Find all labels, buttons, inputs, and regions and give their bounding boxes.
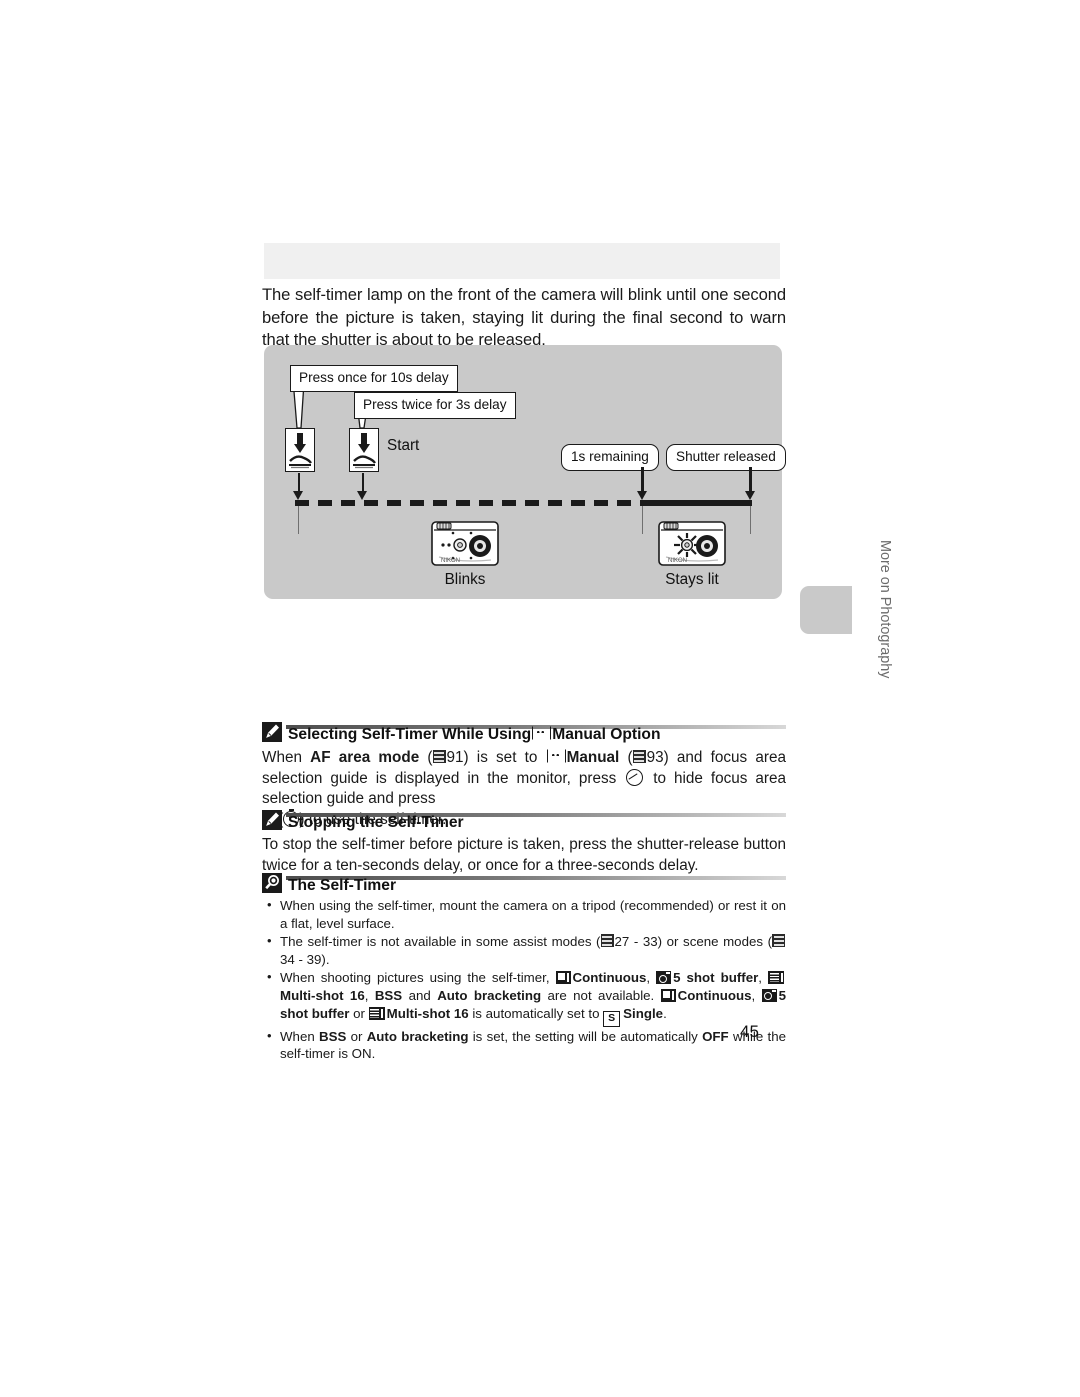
camera-lamp-lit-icon: NIKON [658,517,726,567]
list-item: The self-timer is not available in some … [262,932,786,968]
continuous-mode-icon [555,971,571,985]
note-title-stopping-self-timer: Stopping the Self-Timer [288,814,464,831]
timeline-tick-start [298,506,300,534]
pill-shutter-released: Shutter released [666,444,786,471]
five-shot-buffer-icon [656,971,672,985]
page-reference-icon [772,934,786,948]
txt-seg: ( [619,749,633,766]
list-item: When BSS or Auto bracketing is set, the … [262,1027,786,1063]
bold-multi-shot-16: Multi-shot 16 [280,987,365,1003]
section-tab-label: More on Photography [877,540,893,679]
svg-text:NIKON: NIKON [441,558,460,564]
menu-button-icon [626,768,644,786]
txt-seg: When [262,749,311,766]
arrow-press-twice [357,473,367,500]
arrow-shutter-released [745,467,755,500]
page-reference-icon [600,934,614,948]
txt-seg: 91) is set to [446,749,546,766]
note-body-stopping-self-timer: To stop the self-timer before picture is… [262,836,786,874]
multi-shot-16-icon [768,971,785,985]
section-thumb-tab [800,586,852,634]
page-reference-icon [432,750,446,763]
timeline-tick-1s [641,506,643,534]
page-number: 45 [740,1022,759,1041]
txt-seg: , [751,987,762,1003]
af-manual-icon [532,726,552,740]
single-mode-icon: S [603,1010,621,1027]
shutter-press-icon [349,428,379,472]
callout-press-once: Press once for 10s delay [290,365,458,392]
page-reference-icon [632,750,646,763]
txt-seg: 34 - 39). [280,951,330,967]
txt-seg: The self-timer is not available in some … [280,934,601,950]
bold-continuous: Continuous [677,987,752,1003]
bold-off: OFF [702,1028,729,1044]
pencil-note-icon [262,810,282,830]
bold-5-shot-buffer: 5 shot buffer [673,970,759,986]
bold-manual: Manual [566,749,620,766]
pencil-note-icon [262,722,282,742]
txt-seg: 27 - 33) or scene modes ( [614,934,773,950]
five-shot-buffer-icon [761,988,777,1002]
list-item: When using the self-timer, mount the cam… [262,896,786,932]
txt-seg: or [349,1005,369,1021]
txt-seg: or [346,1028,367,1044]
shutter-press-icon [285,428,315,472]
txt-seg: is set, the setting will be automaticall… [468,1028,703,1044]
arrow-press-once [293,473,303,500]
arrow-1s-remaining [637,467,647,500]
caption-blinks: Blinks [444,571,486,588]
caption-stays-lit: Stays lit [665,571,719,588]
note-title-text-post: Manual Option [552,726,661,743]
timeline-dashed-segment [295,500,642,506]
note-header-stopping-self-timer: Stopping the Self-Timer [262,810,786,832]
note-title-selecting-self-timer: Selecting Self-Timer While Using Manual O… [288,726,660,744]
top-gray-band [264,243,780,279]
txt-seg: are not available. [541,987,661,1003]
note-bullets-the-self-timer: When using the self-timer, mount the cam… [262,896,786,1064]
pill-1s-remaining: 1s remaining [561,444,659,471]
magnifier-note-icon [262,873,282,893]
af-manual-icon [546,749,566,763]
intro-paragraph: The self-timer lamp on the front of the … [262,285,786,349]
list-item: When shooting pictures using the self-ti… [262,968,786,1027]
txt-seg: , [758,970,769,986]
callout-press-twice: Press twice for 3s delay [354,392,516,419]
txt-seg: is automatically set to [468,1005,604,1021]
timeline-solid-segment [642,500,752,506]
txt-seg: and [402,987,438,1003]
bullet-text: When using the self-timer, mount the cam… [280,898,786,931]
bold-auto-bracketing: Auto bracketing [366,1028,469,1044]
multi-shot-16-icon [368,1006,385,1020]
bold-continuous: Continuous [572,970,647,986]
note-header-the-self-timer: The Self-Timer [262,873,786,895]
txt-seg: . [663,1005,667,1021]
bold-bss: BSS [374,987,403,1003]
continuous-mode-icon [660,988,676,1002]
svg-text:NIKON: NIKON [668,558,687,564]
txt-seg: , [646,970,657,986]
txt-seg: ( [419,749,433,766]
camera-lamp-blinking-icon: NIKON [431,517,499,567]
start-label: Start [387,437,420,454]
note-title-text-pre: Selecting Self-Timer While Using [288,726,532,743]
bold-af-area-mode: AF area mode [310,749,420,766]
txt-seg: When shooting pictures using the self-ti… [280,970,556,986]
timeline-tick-release [750,506,752,534]
bold-bss: BSS [319,1028,347,1044]
self-timer-timeline-diagram: Press once for 10s delay Press twice for… [264,345,786,599]
bold-auto-bracketing: Auto bracketing [437,987,542,1003]
bullet-list: When using the self-timer, mount the cam… [262,896,786,1063]
note-title-the-self-timer: The Self-Timer [288,877,397,894]
txt-seg: When [280,1028,319,1044]
bold-single: Single [623,1005,664,1021]
note-header-selecting-self-timer: Selecting Self-Timer While Using Manual O… [262,722,786,744]
manual-page: The self-timer lamp on the front of the … [0,0,1080,1397]
txt-seg: , [364,987,375,1003]
bold-multi-shot-16: Multi-shot 16 [386,1005,469,1021]
